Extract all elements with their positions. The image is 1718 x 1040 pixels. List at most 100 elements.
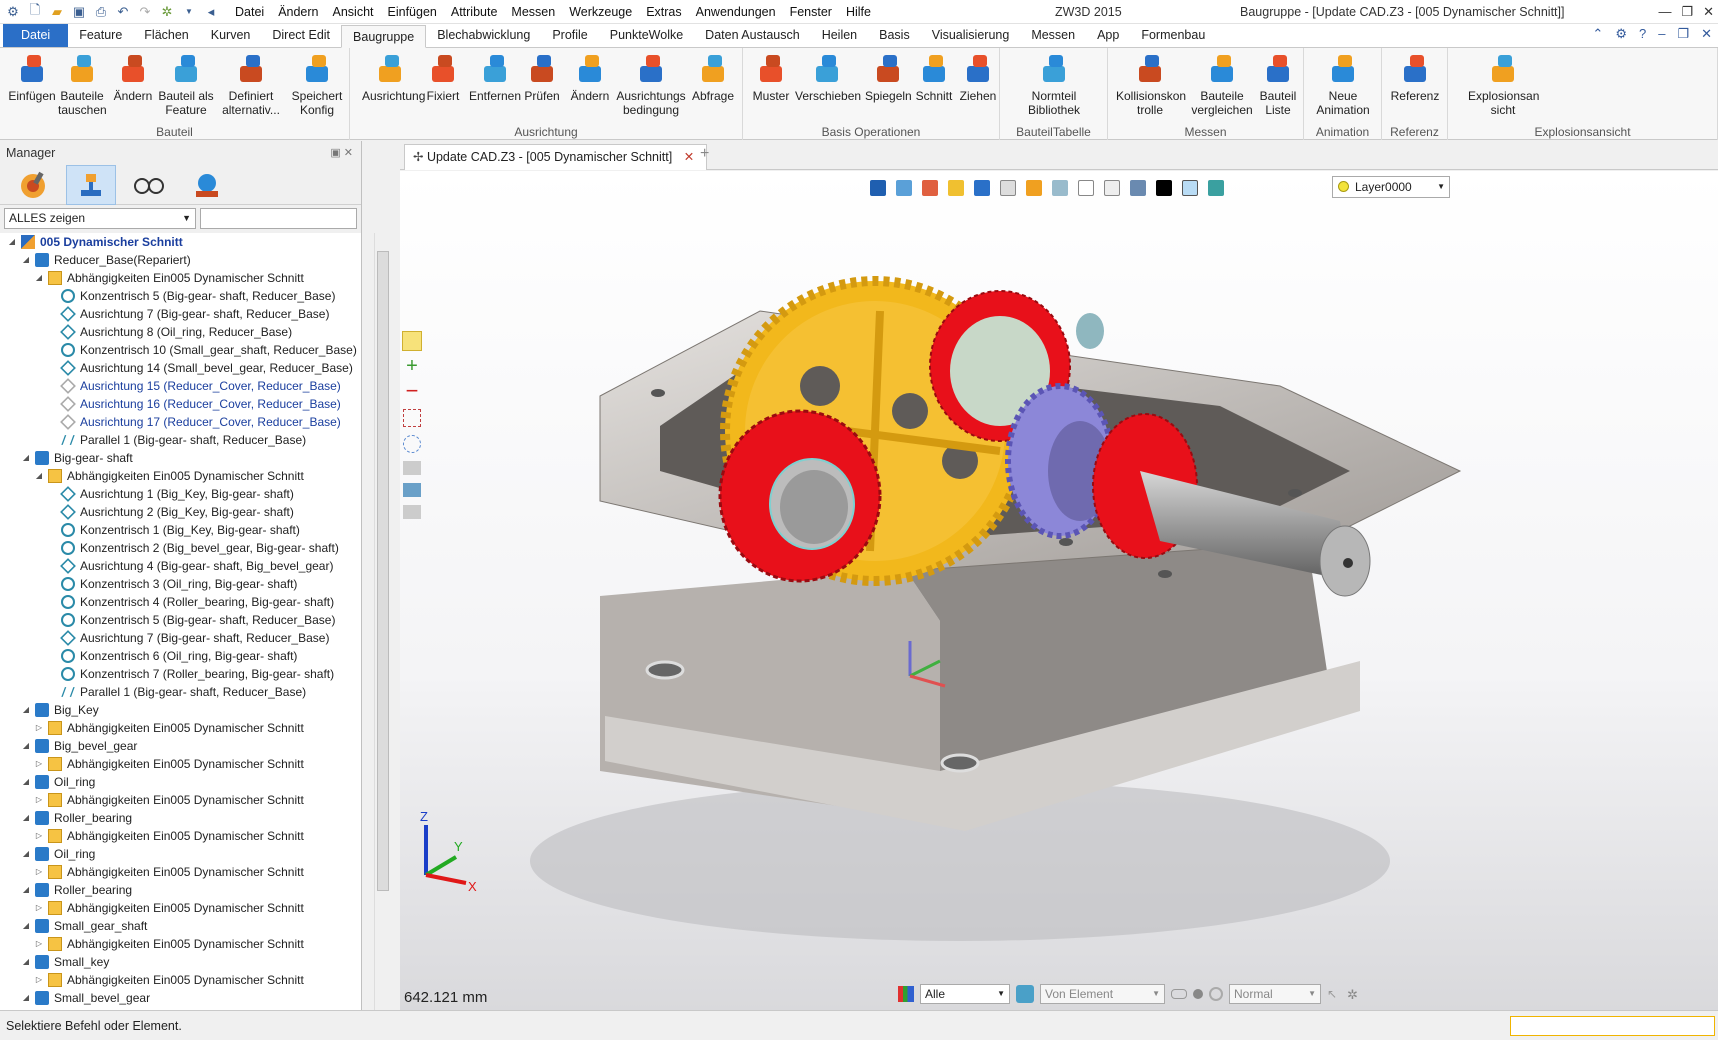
collapse-icon[interactable]: ◢ (20, 737, 32, 755)
ribbon-tab-app[interactable]: App (1086, 24, 1130, 47)
collapse-icon[interactable]: ◢ (20, 449, 32, 467)
menu-item-extras[interactable]: Extras (639, 0, 688, 24)
ribbon-button-kollisionskontrolle[interactable]: Kollisionskon trolle (1116, 52, 1186, 117)
tree-constraint-node[interactable]: Ausrichtung 15 (Reducer_Cover, Reducer_B… (0, 377, 341, 395)
new-file-icon[interactable]: 🗋 (26, 2, 44, 21)
app-logo-icon[interactable]: ⚙ (4, 3, 22, 21)
tree-constraint-node[interactable]: Konzentrisch 3 (Oil_ring, Big-gear- shaf… (0, 575, 297, 593)
panel-controls[interactable]: ▣ ✕ (330, 141, 353, 165)
menu-item-messen[interactable]: Messen (504, 0, 562, 24)
scrollbar-thumb[interactable] (377, 251, 389, 891)
document-tab[interactable]: ✢ Update CAD.Z3 - [005 Dynamischer Schni… (404, 144, 708, 170)
settings-icon[interactable]: ✲ (1347, 987, 1361, 1002)
ribbon-button-bauteiletauschen[interactable]: Bauteile tauschen (58, 52, 107, 117)
ribbon-button-entfernen[interactable]: Entfernen (468, 52, 522, 103)
tree-part-node[interactable]: ◢ Big_bevel_gear (0, 737, 137, 755)
ribbon-tab-baugruppe[interactable]: Baugruppe (341, 25, 427, 48)
collapse-icon[interactable]: ◢ (20, 809, 32, 827)
tree-scrollbar[interactable] (374, 233, 390, 1010)
tree-constraint-node[interactable]: Ausrichtung 1 (Big_Key, Big-gear- shaft) (0, 485, 294, 503)
tree-constraint-node[interactable]: Konzentrisch 4 (Roller_bearing, Big-gear… (0, 593, 334, 611)
menu-item-datei[interactable]: Datei (228, 0, 271, 24)
tree-constraint-node[interactable]: Ausrichtung 7 (Big-gear- shaft, Reducer_… (0, 305, 329, 323)
minimize-icon[interactable]: — (1658, 0, 1671, 24)
tree-constraint-node[interactable]: Konzentrisch 1 (Big_Key, Big-gear- shaft… (0, 521, 300, 539)
gear-settings-icon[interactable]: ✲ (158, 3, 176, 21)
collapse-icon[interactable]: ◢ (20, 845, 32, 863)
close-tab-icon[interactable]: ✕ (684, 150, 694, 164)
tree-constraint-node[interactable]: Konzentrisch 5 (Big-gear- shaft, Reducer… (0, 611, 335, 629)
ribbon-button-prüfen[interactable]: Prüfen (522, 52, 562, 103)
expand-icon[interactable]: ▷ (33, 827, 45, 845)
ribbon-tab-kurven[interactable]: Kurven (200, 24, 262, 47)
menu-item-ansicht[interactable]: Ansicht (326, 0, 381, 24)
ribbon-tab-visualisierung[interactable]: Visualisierung (921, 24, 1021, 47)
new-tab-button[interactable]: + (700, 145, 709, 163)
tree-constraint-node[interactable]: Ausrichtung 14 (Small_bevel_gear, Reduce… (0, 359, 353, 377)
tree-part-node[interactable]: ◢ Oil_ring (0, 845, 95, 863)
ribbon-button-ändern[interactable]: Ändern (110, 52, 156, 103)
rotate-icon[interactable] (1209, 987, 1223, 1001)
ribbon-button-referenz[interactable]: Referenz (1390, 52, 1440, 103)
ribbon-button-ziehen[interactable]: Ziehen (959, 52, 997, 103)
help-icon[interactable]: ? (1639, 26, 1646, 42)
expand-icon[interactable]: ▷ (33, 755, 45, 773)
ribbon-tab-punktewolke[interactable]: PunkteWolke (599, 24, 694, 47)
expand-icon[interactable]: ▷ (33, 719, 45, 737)
tree-part-node[interactable]: ◢ Big_Key (0, 701, 99, 719)
ribbon-tab-daten-austausch[interactable]: Daten Austausch (694, 24, 811, 47)
expand-icon[interactable]: ▷ (33, 935, 45, 953)
undo-icon[interactable]: ↶ (114, 3, 132, 21)
collapse-icon[interactable]: ◢ (6, 233, 18, 251)
restore-icon[interactable]: ❐ (1681, 0, 1693, 24)
tree-constraint-node[interactable]: Konzentrisch 10 (Small_gear_shaft, Reduc… (0, 341, 357, 359)
tree-constraint-node[interactable]: Ausrichtung 2 (Big_Key, Big-gear- shaft) (0, 503, 294, 521)
close-icon[interactable]: ✕ (1703, 0, 1714, 24)
filter-select[interactable]: ALLES zeigen ▼ (4, 208, 196, 229)
menu-item-einfügen[interactable]: Einfügen (381, 0, 444, 24)
collapse-ribbon-icon[interactable]: ⌃ (1592, 26, 1603, 42)
tree-folder-node[interactable]: ◢ Abhängigkeiten Ein005 Dynamischer Schni… (0, 467, 304, 485)
tree-folder-node[interactable]: ▷ Abhängigkeiten Ein005 Dynamischer Schni… (0, 971, 304, 989)
collapse-icon[interactable]: ◢ (20, 773, 32, 791)
tree-folder-node[interactable]: ▷ Abhängigkeiten Ein005 Dynamischer Schni… (0, 899, 304, 917)
expand-icon[interactable]: ▷ (33, 899, 45, 917)
tree-folder-node[interactable]: ▷ Abhängigkeiten Ein005 Dynamischer Schni… (0, 935, 304, 953)
collapse-icon[interactable]: ◢ (20, 701, 32, 719)
collapse-icon[interactable]: ◢ (33, 467, 45, 485)
ribbon-tab-datei[interactable]: Datei (3, 24, 69, 47)
tree-folder-node[interactable]: ▷ Abhängigkeiten Ein005 Dynamischer Schni… (0, 863, 304, 881)
collapse-icon[interactable]: ◢ (20, 917, 32, 935)
tree-folder-node[interactable]: ▷ Abhängigkeiten Ein005 Dynamischer Schni… (0, 755, 304, 773)
pin-icon[interactable]: ◂ (202, 3, 220, 21)
ribbon-button-fixiert[interactable]: Fixiert (422, 52, 464, 103)
filter-select-all[interactable]: Alle ▼ (920, 984, 1010, 1004)
tree-constraint-node[interactable]: Parallel 1 (Big-gear- shaft, Reducer_Bas… (0, 683, 306, 701)
ribbon-tab-blechabwicklung[interactable]: Blechabwicklung (426, 24, 541, 47)
tab-visual[interactable] (182, 165, 232, 205)
doc-close-icon[interactable]: ✕ (1701, 26, 1712, 42)
ribbon-button-abfrage[interactable]: Abfrage (690, 52, 736, 103)
ribbon-button-einfügen[interactable]: Einfügen (8, 52, 56, 103)
doc-restore-icon[interactable]: ❐ (1677, 26, 1689, 42)
ribbon-tab-formenbau[interactable]: Formenbau (1130, 24, 1216, 47)
mode-select[interactable]: Normal ▼ (1229, 984, 1321, 1004)
ribbon-button-bauteil-alsfeature[interactable]: Bauteil als Feature (158, 52, 214, 117)
ribbon-button-verschieben[interactable]: Verschieben (795, 52, 861, 103)
tree-constraint-node[interactable]: Konzentrisch 7 (Roller_bearing, Big-gear… (0, 665, 334, 683)
tree-constraint-node[interactable]: Parallel 1 (Big-gear- shaft, Reducer_Bas… (0, 431, 306, 449)
collapse-icon[interactable]: ◢ (20, 881, 32, 899)
ribbon-tab-feature[interactable]: Feature (68, 24, 133, 47)
ribbon-button-muster[interactable]: Muster (751, 52, 791, 103)
tree-part-node[interactable]: ◢ Reducer_Base(Repariert) (0, 251, 191, 269)
tree-folder-node[interactable]: ▷ Abhängigkeiten Ein005 Dynamischer Schni… (0, 827, 304, 845)
filter-input[interactable] (200, 208, 357, 229)
ribbon-button-ausrichtung[interactable]: Ausrichtung (362, 52, 425, 103)
doc-minimize-icon[interactable]: – (1658, 26, 1665, 42)
ribbon-tab-basis[interactable]: Basis (868, 24, 921, 47)
filter-chart-icon[interactable] (898, 986, 914, 1002)
pick-from-select[interactable]: Von Element ▼ (1040, 984, 1165, 1004)
open-folder-icon[interactable]: ▰ (48, 3, 66, 21)
tree-constraint-node[interactable]: Ausrichtung 8 (Oil_ring, Reducer_Base) (0, 323, 292, 341)
tree-constraint-node[interactable]: Ausrichtung 4 (Big-gear- shaft, Big_beve… (0, 557, 333, 575)
